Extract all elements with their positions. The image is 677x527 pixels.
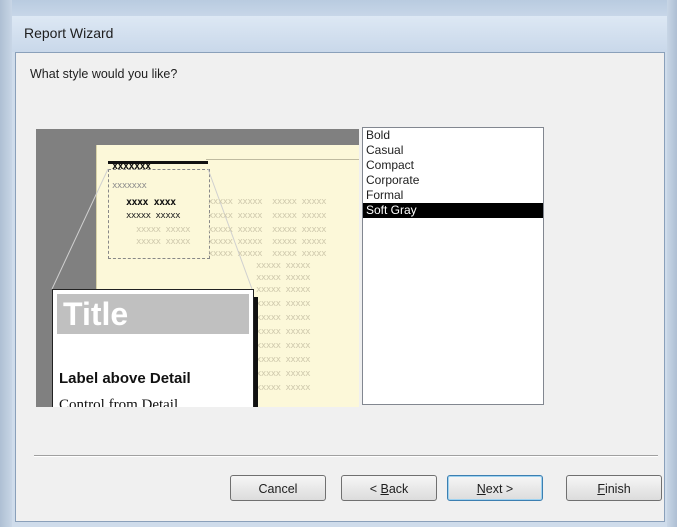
back-button[interactable]: < Back <box>341 475 437 501</box>
style-option-bold[interactable]: Bold <box>363 128 543 143</box>
style-option-corporate[interactable]: Corporate <box>363 173 543 188</box>
sample-label-text: Label above Detail <box>59 370 191 387</box>
preview-detail-mark-faint: xxxxx xxxxx <box>272 225 327 235</box>
preview-detail-mark-faint: xxxxx xxxxx <box>256 261 311 271</box>
preview-detail-mark: xxxxx xxxxx <box>126 211 181 221</box>
sample-title-band: Title <box>57 294 249 334</box>
style-option-casual[interactable]: Casual <box>363 143 543 158</box>
preview-detail-mark-faint: xxxxx xxxxx <box>256 313 311 323</box>
finish-label: inish <box>604 482 631 496</box>
finish-access-key: F <box>597 482 605 496</box>
sample-title-text: Title <box>63 296 129 332</box>
button-separator <box>34 455 658 457</box>
preview-detail-mark-faint: xxxxx xxxxx <box>256 273 311 283</box>
preview-detail-mark-faint: xxxxx xxxxx <box>272 249 327 259</box>
preview-detail-mark-faint: xxxxx xxxxx <box>256 369 311 379</box>
back-access-key: B <box>380 482 389 496</box>
preview-detail-mark-faint: xxxxx xxxxx <box>208 211 263 221</box>
preview-group-mark-faint: xxxxx xxxxx <box>208 197 263 207</box>
preview-detail-mark-faint: xxxxx xxxxx <box>256 355 311 365</box>
wizard-body: What style would you like? xxxxxxx xxxxx… <box>15 52 665 522</box>
style-prompt: What style would you like? <box>30 67 178 81</box>
next-access-key: N <box>476 482 486 496</box>
window-title: Report Wizard <box>24 25 114 41</box>
window-frame-top <box>0 0 677 16</box>
next-button[interactable]: Next > <box>447 475 543 501</box>
window-frame-left <box>0 0 12 527</box>
preview-detail-mark-faint: xxxxx xxxxx <box>208 225 263 235</box>
preview-detail-mark-faint: xxxxx xxxxx <box>136 225 191 235</box>
back-prefix: < <box>369 482 381 496</box>
preview-detail-mark-faint: xxxxx xxxxx <box>256 383 311 393</box>
preview-detail-mark-faint: xxxxx xxxxx <box>256 299 311 309</box>
style-option-formal[interactable]: Formal <box>363 188 543 203</box>
preview-group-mark-faint: xxxxx xxxxx <box>272 197 327 207</box>
finish-button[interactable]: Finish <box>566 475 662 501</box>
preview-detail-mark-faint: xxxxx xxxxx <box>136 237 191 247</box>
cancel-button[interactable]: Cancel <box>230 475 326 501</box>
preview-detail-mark-faint: xxxxx xxxxx <box>208 249 263 259</box>
style-preview: xxxxxxx xxxxxxx xxxx xxxx xxxxx xxxxx xx… <box>36 129 359 407</box>
style-option-compact[interactable]: Compact <box>363 158 543 173</box>
preview-detail-mark-faint: xxxxx xxxxx <box>208 237 263 247</box>
next-label: ext > <box>485 482 514 496</box>
style-option-soft-gray[interactable]: Soft Gray <box>363 203 543 218</box>
preview-detail-mark-faint: xxxxx xxxxx <box>272 237 327 247</box>
preview-group-mark: xxxx xxxx <box>126 197 176 208</box>
window-frame-right <box>667 0 677 527</box>
preview-sub-mark: xxxxxxx <box>112 181 147 191</box>
style-sample-callout: Title Label above Detail Control from De… <box>52 289 254 407</box>
preview-detail-mark-faint: xxxxx xxxxx <box>272 211 327 221</box>
preview-detail-mark-faint: xxxxx xxxxx <box>256 341 311 351</box>
back-label: ack <box>388 482 409 496</box>
preview-detail-mark-faint: xxxxx xxxxx <box>256 327 311 337</box>
sample-control-text: Control from Detail <box>59 397 179 407</box>
preview-detail-mark-faint: xxxxx xxxxx <box>256 285 311 295</box>
style-listbox[interactable]: Bold Casual Compact Corporate Formal Sof… <box>362 127 544 405</box>
preview-header-mark: xxxxxxx <box>112 161 151 172</box>
title-bar[interactable]: Report Wizard <box>12 16 667 52</box>
